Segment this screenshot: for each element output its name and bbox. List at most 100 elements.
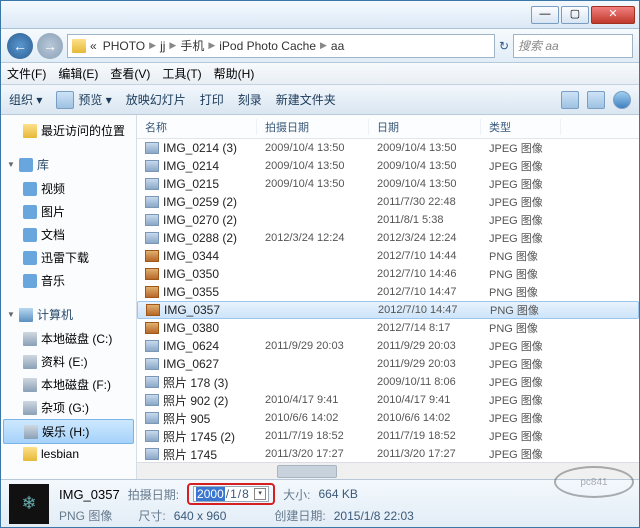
search-input[interactable]: 搜索 aa (513, 34, 633, 58)
file-date: 2009/10/11 8:06 (369, 376, 481, 388)
sidebar-item-drive-f[interactable]: 本地磁盘 (F:) (1, 373, 136, 396)
sidebar-item-drive-c[interactable]: 本地磁盘 (C:) (1, 327, 136, 350)
file-date: 2011/9/29 20:03 (369, 358, 481, 370)
address-bar[interactable]: « PHOTO▶ jj▶ 手机▶ iPod Photo Cache▶ aa (67, 34, 495, 58)
file-row[interactable]: IMG_03572012/7/10 14:47PNG 图像 (137, 301, 639, 319)
recent-icon (23, 124, 37, 138)
file-name: IMG_0270 (2) (163, 213, 237, 227)
scrollbar-thumb[interactable] (277, 465, 337, 478)
file-type: JPEG 图像 (481, 176, 561, 192)
breadcrumb-part[interactable]: PHOTO (101, 39, 147, 53)
sidebar-item-thunder[interactable]: 迅雷下载 (1, 246, 136, 269)
file-date: 2012/7/14 8:17 (369, 322, 481, 334)
newfolder-button[interactable]: 新建文件夹 (276, 91, 336, 108)
column-date[interactable]: 日期 (369, 119, 481, 135)
file-name: IMG_0215 (163, 177, 219, 191)
drive-icon (23, 378, 37, 392)
burn-button[interactable]: 刻录 (238, 91, 262, 108)
file-row[interactable]: 照片 9052010/6/6 14:022010/6/6 14:02JPEG 图… (137, 409, 639, 427)
menu-edit[interactable]: 编辑(E) (58, 65, 98, 82)
file-type: JPEG 图像 (481, 446, 561, 462)
breadcrumb-part[interactable]: iPod Photo Cache (217, 39, 318, 53)
file-row[interactable]: 照片 902 (2)2010/4/17 9:412010/4/17 9:41JP… (137, 391, 639, 409)
date-picker-icon[interactable]: ▾ (254, 488, 266, 500)
file-row[interactable]: 照片 1745 (2)2011/7/19 18:522011/7/19 18:5… (137, 427, 639, 445)
documents-icon (23, 228, 37, 242)
file-name: 照片 178 (3) (163, 374, 228, 391)
sidebar-item-pictures[interactable]: 图片 (1, 200, 136, 223)
sidebar-item-lesbian[interactable]: lesbian (1, 444, 136, 464)
breadcrumb-part[interactable]: aa (329, 39, 346, 53)
print-button[interactable]: 打印 (200, 91, 224, 108)
maximize-button[interactable]: ▢ (561, 6, 589, 24)
file-row[interactable]: IMG_06272011/9/29 20:03JPEG 图像 (137, 355, 639, 373)
file-row[interactable]: IMG_03552012/7/10 14:47PNG 图像 (137, 283, 639, 301)
file-row[interactable]: IMG_02142009/10/4 13:502009/10/4 13:50JP… (137, 157, 639, 175)
file-row[interactable]: IMG_03442012/7/10 14:44PNG 图像 (137, 247, 639, 265)
menu-file[interactable]: 文件(F) (7, 65, 46, 82)
menu-help[interactable]: 帮助(H) (214, 65, 255, 82)
back-button[interactable]: ← (7, 33, 33, 59)
breadcrumb-part[interactable]: jj (158, 39, 167, 53)
file-type: JPEG 图像 (481, 230, 561, 246)
sidebar-item-drive-e[interactable]: 资料 (E:) (1, 350, 136, 373)
file-date-taken: 2010/4/17 9:41 (257, 394, 369, 406)
date-month[interactable]: 1 (230, 487, 237, 501)
file-row[interactable]: IMG_0270 (2)2011/8/1 5:38JPEG 图像 (137, 211, 639, 229)
preview-pane-icon[interactable] (587, 91, 605, 109)
date-day[interactable]: 8 (242, 487, 249, 501)
png-icon (146, 304, 160, 316)
help-icon[interactable] (613, 91, 631, 109)
organize-button[interactable]: 组织 ▾ (9, 91, 42, 108)
sidebar-item-drive-g[interactable]: 杂项 (G:) (1, 396, 136, 419)
breadcrumb-part[interactable]: 手机 (178, 37, 206, 54)
column-name[interactable]: 名称 (137, 119, 257, 135)
music-icon (23, 274, 37, 288)
pictures-icon (23, 205, 37, 219)
file-type: PNG 图像 (481, 320, 561, 336)
file-date-taken: 2009/10/4 13:50 (257, 142, 369, 154)
details-dim-value: 640 x 960 (174, 509, 227, 523)
file-type: JPEG 图像 (481, 338, 561, 354)
file-row[interactable]: IMG_0214 (3)2009/10/4 13:502009/10/4 13:… (137, 139, 639, 157)
file-row[interactable]: IMG_06242011/9/29 20:032011/9/29 20:03JP… (137, 337, 639, 355)
minimize-button[interactable]: — (531, 6, 559, 24)
close-button[interactable]: ✕ (591, 6, 635, 24)
view-options-icon[interactable] (561, 91, 579, 109)
date-taken-input[interactable]: 2000/ 1/ 8 ▾ (193, 486, 269, 502)
file-date: 2011/7/19 18:52 (369, 430, 481, 442)
file-row[interactable]: IMG_0288 (2)2012/3/24 12:242012/3/24 12:… (137, 229, 639, 247)
menu-tools[interactable]: 工具(T) (162, 65, 201, 82)
sidebar-item-music[interactable]: 音乐 (1, 269, 136, 292)
menu-view[interactable]: 查看(V) (110, 65, 150, 82)
sidebar-item-video[interactable]: 视频 (1, 177, 136, 200)
file-row[interactable]: 照片 17452011/3/20 17:272011/3/20 17:27JPE… (137, 445, 639, 462)
file-name: IMG_0214 (163, 159, 219, 173)
file-type: JPEG 图像 (481, 356, 561, 372)
file-row[interactable]: 照片 178 (3)2009/10/11 8:06JPEG 图像 (137, 373, 639, 391)
file-row[interactable]: IMG_03802012/7/14 8:17PNG 图像 (137, 319, 639, 337)
breadcrumb-root[interactable]: « (88, 39, 99, 53)
jpeg-icon (145, 412, 159, 424)
date-year[interactable]: 2000 (196, 487, 225, 501)
column-date-taken[interactable]: 拍摄日期 (257, 119, 369, 135)
file-list[interactable]: IMG_0214 (3)2009/10/4 13:502009/10/4 13:… (137, 139, 639, 462)
file-pane: 名称 拍摄日期 日期 类型 IMG_0214 (3)2009/10/4 13:5… (137, 115, 639, 479)
sidebar-computer[interactable]: ▼计算机 (1, 302, 136, 327)
jpeg-icon (145, 178, 159, 190)
file-date-taken: 2012/3/24 12:24 (257, 232, 369, 244)
refresh-icon[interactable]: ↻ (499, 39, 509, 53)
file-row[interactable]: IMG_0259 (2)2011/7/30 22:48JPEG 图像 (137, 193, 639, 211)
sidebar-item-recent[interactable]: 最近访问的位置 (1, 119, 136, 142)
preview-button[interactable]: 预览 ▾ (56, 91, 111, 109)
file-row[interactable]: IMG_02152009/10/4 13:502009/10/4 13:50JP… (137, 175, 639, 193)
slideshow-button[interactable]: 放映幻灯片 (126, 91, 186, 108)
file-row[interactable]: IMG_03502012/7/10 14:46PNG 图像 (137, 265, 639, 283)
column-type[interactable]: 类型 (481, 119, 561, 135)
details-dim-label: 尺寸: (138, 507, 165, 524)
sidebar-libraries[interactable]: ▼库 (1, 152, 136, 177)
sidebar-item-drive-h[interactable]: 娱乐 (H:) (3, 419, 134, 444)
forward-button[interactable]: → (37, 33, 63, 59)
sidebar-item-documents[interactable]: 文档 (1, 223, 136, 246)
drive-icon (24, 425, 38, 439)
